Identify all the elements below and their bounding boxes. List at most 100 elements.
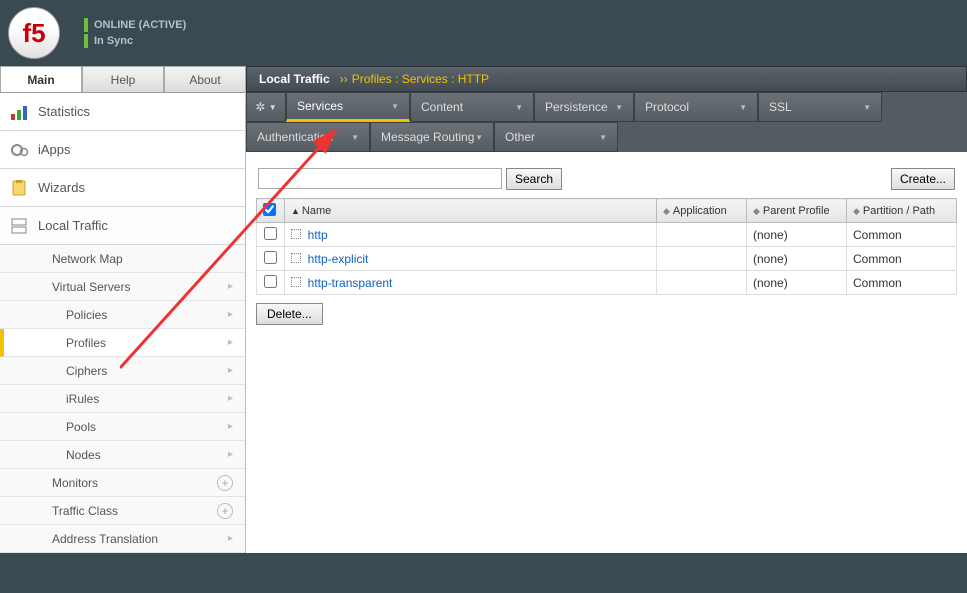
subnav-irules[interactable]: iRules▸ bbox=[0, 385, 245, 413]
chevron-down-icon: ▼ bbox=[391, 102, 399, 111]
plus-icon: + bbox=[217, 503, 233, 519]
chevron-right-icon: ▸ bbox=[228, 281, 233, 292]
menu-protocol[interactable]: Protocol▼ bbox=[634, 92, 758, 122]
menu-authentication[interactable]: Authentication▼ bbox=[246, 122, 370, 152]
chevron-right-icon: ▸ bbox=[228, 365, 233, 376]
subnav-profiles[interactable]: Profiles▸ bbox=[0, 329, 245, 357]
chevron-down-icon: ▼ bbox=[615, 103, 623, 112]
chevron-down-icon: ▼ bbox=[599, 133, 607, 142]
subnav-traffic-class[interactable]: Traffic Class+ bbox=[0, 497, 245, 525]
subnav-address-translation[interactable]: Address Translation▸ bbox=[0, 525, 245, 553]
cell-application bbox=[657, 247, 747, 271]
status-online: ONLINE (ACTIVE) bbox=[94, 19, 186, 31]
chevron-right-icon: ▸ bbox=[228, 533, 233, 544]
col-parent[interactable]: ◆Parent Profile bbox=[747, 199, 847, 223]
clipboard-icon bbox=[10, 179, 30, 197]
col-name[interactable]: ▲Name bbox=[285, 199, 657, 223]
chevron-right-icon: ▸ bbox=[228, 393, 233, 404]
breadcrumb: Local Traffic ›› Profiles : Services : H… bbox=[246, 66, 967, 92]
col-partition[interactable]: ◆Partition / Path bbox=[847, 199, 957, 223]
select-all-header[interactable] bbox=[257, 199, 285, 223]
subnav-virtual-servers[interactable]: Virtual Servers▸ bbox=[0, 273, 245, 301]
cell-partition: Common bbox=[847, 247, 957, 271]
cell-parent: (none) bbox=[747, 271, 847, 295]
chevron-down-icon: ▼ bbox=[515, 103, 523, 112]
menu-content[interactable]: Content▼ bbox=[410, 92, 534, 122]
col-application[interactable]: ◆Application bbox=[657, 199, 747, 223]
servers-icon bbox=[10, 217, 30, 235]
chevron-down-icon: ▼ bbox=[739, 103, 747, 112]
breadcrumb-sep: ›› bbox=[340, 72, 348, 86]
tab-about[interactable]: About bbox=[164, 66, 246, 92]
profile-link[interactable]: http bbox=[308, 228, 328, 242]
row-checkbox[interactable] bbox=[264, 251, 277, 264]
profile-link[interactable]: http-explicit bbox=[308, 252, 369, 266]
gears-icon bbox=[10, 141, 30, 159]
menu-persistence[interactable]: Persistence▼ bbox=[534, 92, 634, 122]
chevron-right-icon: ▸ bbox=[228, 337, 233, 348]
search-button[interactable]: Search bbox=[506, 168, 562, 190]
chevron-right-icon: ▸ bbox=[228, 421, 233, 432]
chevron-right-icon: ▸ bbox=[228, 449, 233, 460]
table-row: http-transparent (none) Common bbox=[257, 271, 957, 295]
menu-services[interactable]: Services▼ bbox=[286, 92, 410, 122]
table-row: http-explicit (none) Common bbox=[257, 247, 957, 271]
subnav-ciphers[interactable]: Ciphers▸ bbox=[0, 357, 245, 385]
cell-parent: (none) bbox=[747, 223, 847, 247]
chevron-down-icon: ▼ bbox=[863, 103, 871, 112]
content-area: Local Traffic ›› Profiles : Services : H… bbox=[246, 66, 967, 553]
chevron-down-icon: ▼ bbox=[269, 103, 277, 112]
subnav-pools[interactable]: Pools▸ bbox=[0, 413, 245, 441]
row-checkbox[interactable] bbox=[264, 275, 277, 288]
row-checkbox[interactable] bbox=[264, 227, 277, 240]
profile-link[interactable]: http-transparent bbox=[308, 276, 393, 290]
subnav-monitors[interactable]: Monitors+ bbox=[0, 469, 245, 497]
subnav-policies[interactable]: Policies▸ bbox=[0, 301, 245, 329]
search-input[interactable] bbox=[258, 168, 502, 189]
profiles-table: ▲Name ◆Application ◆Parent Profile ◆Part… bbox=[256, 198, 957, 295]
chevron-down-icon: ▼ bbox=[351, 133, 359, 142]
tab-main[interactable]: Main bbox=[0, 66, 82, 92]
nav-iapps[interactable]: iApps bbox=[0, 131, 245, 169]
plus-icon: + bbox=[217, 475, 233, 491]
f5-logo: f5 bbox=[8, 7, 60, 59]
primary-tabs: Main Help About bbox=[0, 66, 245, 93]
breadcrumb-root: Local Traffic bbox=[259, 72, 330, 86]
sidebar: Main Help About Statistics iApps Wizards… bbox=[0, 66, 246, 553]
breadcrumb-path[interactable]: Profiles : Services : HTTP bbox=[352, 72, 489, 86]
sort-icon: ◆ bbox=[663, 206, 670, 216]
subnav-nodes[interactable]: Nodes▸ bbox=[0, 441, 245, 469]
nav-local-traffic[interactable]: Local Traffic bbox=[0, 207, 245, 245]
cell-partition: Common bbox=[847, 271, 957, 295]
delete-button[interactable]: Delete... bbox=[256, 303, 323, 325]
select-all-checkbox[interactable] bbox=[263, 203, 276, 216]
menu-ssl[interactable]: SSL▼ bbox=[758, 92, 882, 122]
sort-icon: ◆ bbox=[753, 206, 760, 216]
chevron-down-icon: ▼ bbox=[475, 133, 483, 142]
sort-icon: ◆ bbox=[853, 206, 860, 216]
status-sync: In Sync bbox=[94, 35, 133, 47]
create-button[interactable]: Create... bbox=[891, 168, 955, 190]
cell-parent: (none) bbox=[747, 247, 847, 271]
cell-partition: Common bbox=[847, 223, 957, 247]
chart-icon bbox=[10, 103, 30, 121]
menu-message-routing[interactable]: Message Routing▼ bbox=[370, 122, 494, 152]
item-icon bbox=[291, 277, 301, 287]
status-indicator-online bbox=[84, 18, 88, 32]
item-icon bbox=[291, 229, 301, 239]
nav-wizards[interactable]: Wizards bbox=[0, 169, 245, 207]
table-row: http (none) Common bbox=[257, 223, 957, 247]
cell-application bbox=[657, 271, 747, 295]
cell-application bbox=[657, 223, 747, 247]
top-bar: f5 ONLINE (ACTIVE) In Sync bbox=[0, 0, 967, 66]
tab-help[interactable]: Help bbox=[82, 66, 164, 92]
subnav-network-map[interactable]: Network Map bbox=[0, 245, 245, 273]
menu-other[interactable]: Other▼ bbox=[494, 122, 618, 152]
nav-statistics[interactable]: Statistics bbox=[0, 93, 245, 131]
gear-icon: ✲ bbox=[255, 100, 265, 114]
gear-menu[interactable]: ✲ ▼ bbox=[246, 92, 286, 122]
profile-menubar: ✲ ▼ Services▼ Content▼ Persistence▼ Prot… bbox=[246, 92, 967, 152]
sort-asc-icon: ▲ bbox=[291, 206, 300, 216]
chevron-right-icon: ▸ bbox=[228, 309, 233, 320]
status-indicator-sync bbox=[84, 34, 88, 48]
